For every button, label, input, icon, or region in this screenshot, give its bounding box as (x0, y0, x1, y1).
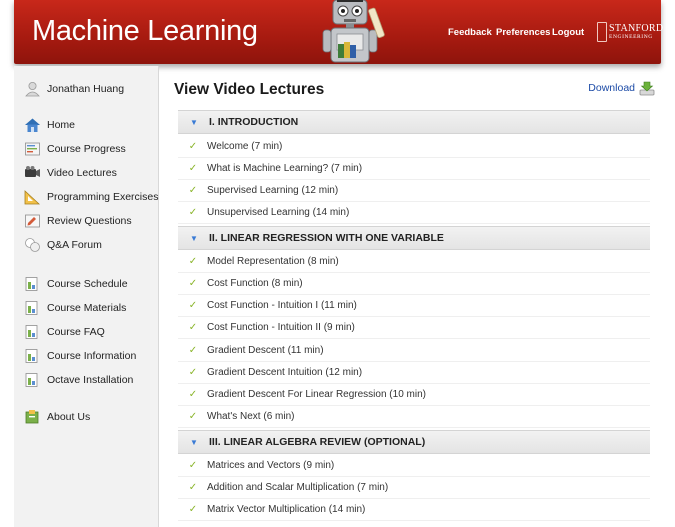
section-header-linear-algebra[interactable]: ▼ III. LINEAR ALGEBRA REVIEW (OPTIONAL) (178, 430, 650, 454)
lecture-item[interactable]: ✓ Gradient Descent For Linear Regression… (178, 384, 650, 406)
sidebar-item-about-us[interactable]: About Us (24, 407, 90, 427)
chevron-down-icon: ▼ (190, 437, 198, 447)
sidebar-item-course-faq[interactable]: Course FAQ (24, 322, 105, 342)
check-icon: ✓ (188, 504, 198, 515)
check-icon: ✓ (188, 322, 198, 333)
sidebar-item-course-materials[interactable]: Course Materials (24, 298, 126, 318)
main-content: View Video Lectures Download ▼ I. INTROD… (160, 66, 661, 527)
check-icon: ✓ (188, 207, 198, 218)
lecture-item[interactable]: ✓ Welcome (7 min) (178, 136, 650, 158)
lecture-item[interactable]: ✓ What's Next (6 min) (178, 406, 650, 428)
sidebar-item-home[interactable]: Home (24, 115, 75, 135)
check-icon: ✓ (188, 256, 198, 267)
sidebar-item-course-progress[interactable]: Course Progress (24, 139, 126, 159)
logout-link[interactable]: Logout (552, 27, 584, 38)
lecture-item[interactable]: ✓ Matrix Vector Multiplication (14 min) (178, 499, 650, 521)
preferences-link[interactable]: Preferences (496, 27, 550, 38)
download-icon (639, 81, 655, 96)
video-camera-icon (25, 166, 40, 177)
download-button[interactable]: Download (588, 80, 655, 96)
check-icon: ✓ (188, 460, 198, 471)
check-icon: ✓ (188, 163, 198, 174)
document-icon (25, 373, 38, 387)
chevron-down-icon: ▼ (190, 233, 198, 243)
page-title: View Video Lectures (174, 81, 325, 98)
section-header-linear-regression[interactable]: ▼ II. LINEAR REGRESSION WITH ONE VARIABL… (178, 226, 650, 250)
download-label: Download (588, 82, 635, 94)
lecture-item[interactable]: ✓ Gradient Descent (11 min) (178, 340, 650, 362)
sidebar-item-programming-exercises[interactable]: Programming Exercises (24, 187, 158, 207)
robot-mascot-icon (322, 0, 385, 63)
lecture-item[interactable]: ✓ Model Representation (8 min) (178, 251, 650, 273)
document-icon (25, 277, 38, 291)
lecture-item[interactable]: ✓ Addition and Scalar Multiplication (7 … (178, 477, 650, 499)
user-avatar-icon (25, 82, 40, 97)
site-header: Machine Learning Feedback Preferences Lo… (14, 0, 663, 64)
check-icon: ✓ (188, 367, 198, 378)
lecture-item[interactable]: ✓ Supervised Learning (12 min) (178, 180, 650, 202)
check-icon: ✓ (188, 411, 198, 422)
document-icon (25, 301, 38, 315)
about-us-icon (25, 410, 39, 424)
lecture-item[interactable]: ✓ Matrices and Vectors (9 min) (178, 455, 650, 477)
feedback-link[interactable]: Feedback (448, 27, 492, 38)
user-name: Jonathan Huang (47, 83, 125, 95)
document-icon (25, 325, 38, 339)
sidebar-item-qa-forum[interactable]: Q&A Forum (24, 235, 102, 255)
check-icon: ✓ (188, 389, 198, 400)
check-icon: ✓ (188, 300, 198, 311)
lecture-item[interactable]: ✓ Cost Function - Intuition II (9 min) (178, 317, 650, 339)
stanford-engineering-logo[interactable]: STANFORD ENGINEERING (597, 21, 663, 45)
forum-icon (25, 238, 40, 252)
document-icon (25, 349, 38, 363)
lecture-item[interactable]: ✓ Cost Function - Intuition I (11 min) (178, 295, 650, 317)
user-profile[interactable]: Jonathan Huang (24, 79, 124, 99)
sidebar-item-review-questions[interactable]: Review Questions (24, 211, 132, 231)
check-icon: ✓ (188, 141, 198, 152)
sidebar-item-video-lectures[interactable]: Video Lectures (24, 163, 117, 183)
lecture-item[interactable]: ✓ Gradient Descent Intuition (12 min) (178, 362, 650, 384)
programming-exercises-icon (24, 190, 41, 205)
lecture-item[interactable]: ✓ Unsupervised Learning (14 min) (178, 202, 650, 224)
check-icon: ✓ (188, 345, 198, 356)
check-icon: ✓ (188, 278, 198, 289)
site-title[interactable]: Machine Learning (32, 15, 258, 48)
sidebar-item-course-schedule[interactable]: Course Schedule (24, 274, 128, 294)
sidebar-item-octave-installation[interactable]: Octave Installation (24, 370, 133, 390)
check-icon: ✓ (188, 185, 198, 196)
lecture-item[interactable]: ✓ Cost Function (8 min) (178, 273, 650, 295)
home-icon (25, 118, 40, 132)
chevron-down-icon: ▼ (190, 117, 198, 127)
sidebar: Jonathan Huang Home Course Progress Vide… (14, 66, 159, 527)
section-header-introduction[interactable]: ▼ I. INTRODUCTION (178, 110, 650, 134)
review-questions-icon (25, 214, 40, 228)
lecture-item[interactable]: ✓ What is Machine Learning? (7 min) (178, 158, 650, 180)
check-icon: ✓ (188, 482, 198, 493)
course-progress-icon (25, 142, 40, 156)
stanford-mark-icon (597, 22, 607, 42)
sidebar-item-course-information[interactable]: Course Information (24, 346, 136, 366)
